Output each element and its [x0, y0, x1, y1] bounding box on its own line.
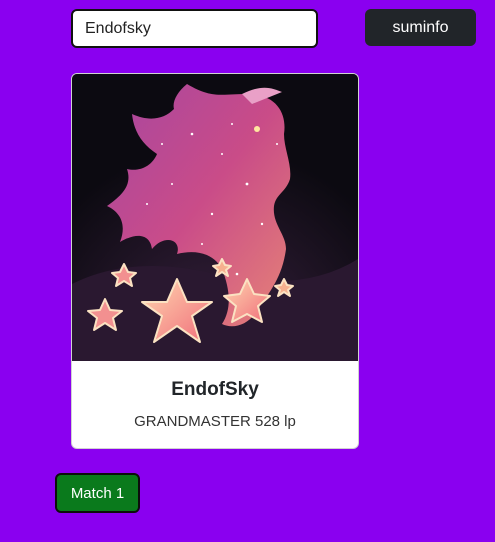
profile-icon [72, 74, 358, 361]
card-body: EndofSky GRANDMASTER 528 lp [72, 361, 358, 432]
summoner-search-input[interactable] [71, 9, 318, 48]
summoner-info-button[interactable]: suminfo [365, 9, 476, 46]
summoner-card: EndofSky GRANDMASTER 528 lp [71, 73, 359, 449]
match-1-button[interactable]: Match 1 [55, 473, 140, 513]
summoner-rank: GRANDMASTER 528 lp [134, 413, 296, 430]
summoner-name: EndofSky [171, 379, 259, 400]
